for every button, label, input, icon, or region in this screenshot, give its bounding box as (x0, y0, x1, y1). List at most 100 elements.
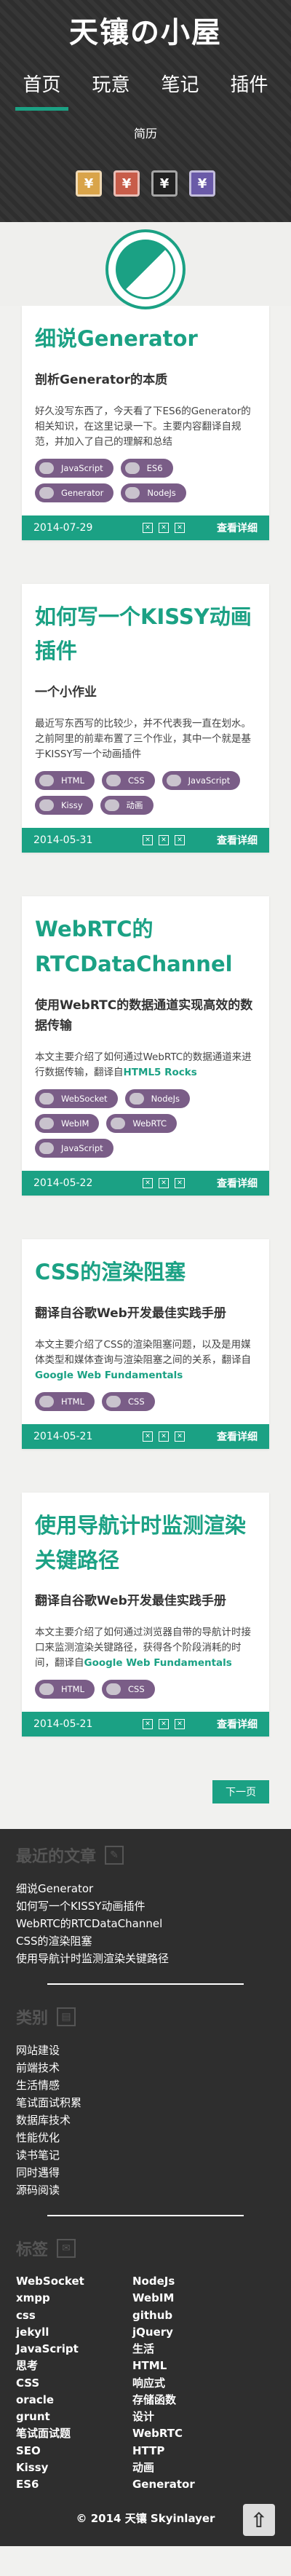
tag-chip[interactable]: 动画 (100, 795, 154, 815)
tag-cloud-item[interactable]: github (132, 2307, 249, 2324)
tag-cloud-item[interactable]: ES6 (16, 2476, 132, 2493)
tag-chip[interactable]: HTML (35, 1391, 95, 1411)
nav-item-toys[interactable]: 玩意 (84, 67, 137, 111)
tag-cloud-item[interactable]: 生活 (132, 2341, 249, 2358)
category-item[interactable]: 生活情感 (16, 2077, 275, 2094)
weibo-share-icon[interactable]: ✕ (143, 1431, 153, 1442)
post-title[interactable]: WebRTC的RTCDataChannel (35, 912, 256, 982)
tag-cloud-item[interactable]: xmpp (16, 2290, 132, 2307)
category-item[interactable]: 笔试面试积累 (16, 2094, 275, 2111)
tag-cloud-item[interactable]: css (16, 2307, 132, 2324)
site-title[interactable]: 天镶の小屋 (0, 0, 291, 51)
recent-post-item[interactable]: WebRTC的RTCDataChannel (16, 1915, 275, 1932)
source-link[interactable]: Google Web Fundamentals (84, 1657, 232, 1669)
recent-post-item[interactable]: 如何写一个KISSY动画插件 (16, 1897, 275, 1915)
tag-chip[interactable]: Generator (35, 483, 114, 502)
tag-cloud-item[interactable]: HTML (132, 2358, 249, 2374)
tag-chip[interactable]: HTML (35, 1680, 95, 1699)
weibo-icon[interactable]: ¥ (76, 170, 102, 197)
category-item[interactable]: 性能优化 (16, 2129, 275, 2146)
tag-cloud-item[interactable]: 设计 (132, 2409, 249, 2425)
category-item[interactable]: 网站建设 (16, 2042, 275, 2059)
tag-chip[interactable]: JavaScript (35, 458, 113, 478)
nav-item-notes[interactable]: 笔记 (154, 67, 206, 111)
read-more-link[interactable]: 查看详细 (217, 1429, 258, 1444)
tag-chip[interactable]: CSS (102, 1391, 155, 1411)
read-more-link[interactable]: 查看详细 (217, 1176, 258, 1190)
nav-item-home[interactable]: 首页 (15, 67, 68, 111)
douban-icon[interactable]: ¥ (113, 170, 140, 197)
tag-cloud-item[interactable]: JavaScript (16, 2341, 132, 2358)
tag-cloud-item[interactable]: 动画 (132, 2460, 249, 2476)
rss-icon[interactable]: ¥ (189, 170, 215, 197)
recent-post-item[interactable]: CSS的渲染阻塞 (16, 1932, 275, 1950)
tencent-share-icon[interactable]: ✕ (175, 834, 185, 845)
tag-chip[interactable]: WebSocket (35, 1089, 118, 1109)
nav-item-resume[interactable]: 简历 (0, 121, 291, 151)
category-item[interactable]: 读书笔记 (16, 2146, 275, 2164)
tag-cloud-item[interactable]: WebSocket (16, 2273, 132, 2290)
post-title[interactable]: 使用导航计时监测渲染关键路径 (35, 1509, 256, 1579)
tencent-share-icon[interactable]: ✕ (175, 1431, 185, 1442)
tag-chip[interactable]: HTML (35, 770, 95, 790)
tag-cloud-item[interactable]: 笔试面试题 (16, 2425, 132, 2442)
douban-share-icon[interactable]: ✕ (159, 1178, 169, 1189)
tag-chip[interactable]: WebIM (35, 1114, 100, 1134)
recent-post-item[interactable]: 使用导航计时监测渲染关键路径 (16, 1950, 275, 1967)
post-title[interactable]: 细说Generator (35, 322, 256, 357)
post-title[interactable]: CSS的渲染阻塞 (35, 1255, 256, 1290)
tag-cloud-item[interactable]: Kissy (16, 2460, 132, 2476)
source-link[interactable]: Google Web Fundamentals (35, 1370, 183, 1381)
tencent-share-icon[interactable]: ✕ (175, 522, 185, 533)
category-item[interactable]: 同时遇得 (16, 2164, 275, 2181)
tag-chip[interactable]: JavaScript (162, 770, 241, 790)
douban-share-icon[interactable]: ✕ (159, 1431, 169, 1442)
douban-share-icon[interactable]: ✕ (159, 834, 169, 845)
next-page-button[interactable]: 下一页 (212, 1780, 269, 1803)
weibo-share-icon[interactable]: ✕ (143, 522, 153, 533)
read-more-link[interactable]: 查看详细 (217, 833, 258, 848)
weibo-share-icon[interactable]: ✕ (143, 1719, 153, 1729)
tag-chip[interactable]: Kissy (35, 795, 93, 815)
tag-cloud-item[interactable]: WebRTC (132, 2425, 249, 2442)
tencent-share-icon[interactable]: ✕ (175, 1719, 185, 1729)
read-more-link[interactable]: 查看详细 (217, 1717, 258, 1731)
site-logo[interactable] (105, 229, 186, 309)
douban-share-icon[interactable]: ✕ (159, 1719, 169, 1729)
douban-share-icon[interactable]: ✕ (159, 522, 169, 533)
category-item[interactable]: 源码阅读 (16, 2181, 275, 2199)
tag-cloud-item[interactable]: HTTP (132, 2443, 249, 2460)
tag-cloud-item[interactable]: NodeJs (132, 2273, 249, 2290)
tag-cloud-item[interactable]: SEO (16, 2443, 132, 2460)
tag-cloud-item[interactable]: CSS (16, 2375, 132, 2392)
weibo-share-icon[interactable]: ✕ (143, 834, 153, 845)
tag-cloud-item[interactable]: WebIM (132, 2290, 249, 2307)
tag-chip[interactable]: CSS (102, 770, 155, 790)
tag-chip[interactable]: CSS (102, 1680, 155, 1699)
tag-cloud-item[interactable]: 思考 (16, 2358, 132, 2374)
read-more-link[interactable]: 查看详细 (217, 521, 258, 535)
nav-item-plugins[interactable]: 插件 (223, 67, 275, 111)
tag-cloud-item[interactable]: 响应式 (132, 2375, 249, 2392)
tag-chip[interactable]: NodeJs (121, 483, 186, 502)
category-item[interactable]: 数据库技术 (16, 2111, 275, 2129)
tag-cloud-item[interactable]: jQuery (132, 2324, 249, 2341)
tag-chip[interactable]: NodeJs (124, 1089, 190, 1109)
category-item[interactable]: 前端技术 (16, 2059, 275, 2077)
tencent-share-icon[interactable]: ✕ (175, 1178, 185, 1189)
tag-cloud-item[interactable]: oracle (16, 2392, 132, 2409)
tag-cloud-item[interactable]: grunt (16, 2409, 132, 2425)
github-icon[interactable]: ¥ (151, 170, 178, 197)
tag-chip[interactable]: ES6 (120, 458, 173, 478)
source-link[interactable]: HTML5 Rocks (124, 1067, 197, 1078)
tag-chip[interactable]: JavaScript (35, 1139, 113, 1158)
tag-cloud-item[interactable]: Generator (132, 2476, 249, 2493)
weibo-share-icon[interactable]: ✕ (143, 1178, 153, 1189)
tag-chip[interactable]: WebRTC (106, 1114, 177, 1134)
recent-post-item[interactable]: 细说Generator (16, 1880, 275, 1897)
tag-cloud-item[interactable]: 存储函数 (132, 2392, 249, 2409)
back-to-top-button[interactable]: ⇧ (243, 2504, 275, 2537)
tag-label: HTML (61, 1396, 85, 1407)
tag-cloud-item[interactable]: jekyll (16, 2324, 132, 2341)
post-title[interactable]: 如何写一个KISSY动画插件 (35, 600, 256, 670)
